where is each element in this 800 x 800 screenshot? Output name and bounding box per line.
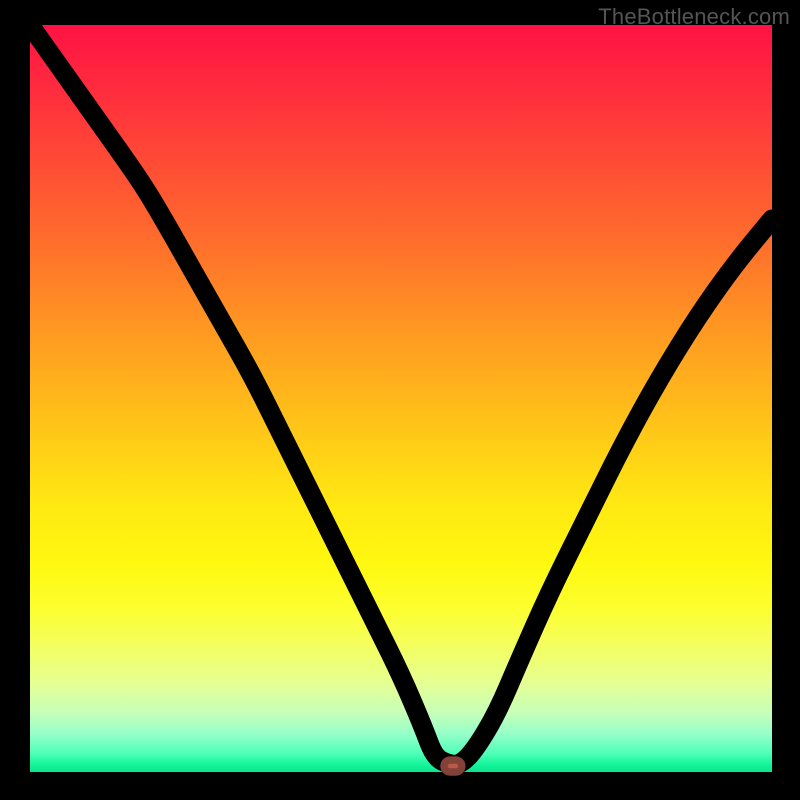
bottleneck-curve bbox=[30, 25, 772, 765]
watermark-text: TheBottleneck.com bbox=[598, 4, 790, 30]
min-marker bbox=[444, 760, 462, 772]
plot-area bbox=[30, 25, 772, 772]
chart-stage: TheBottleneck.com bbox=[0, 0, 800, 800]
curve-layer bbox=[30, 25, 772, 772]
